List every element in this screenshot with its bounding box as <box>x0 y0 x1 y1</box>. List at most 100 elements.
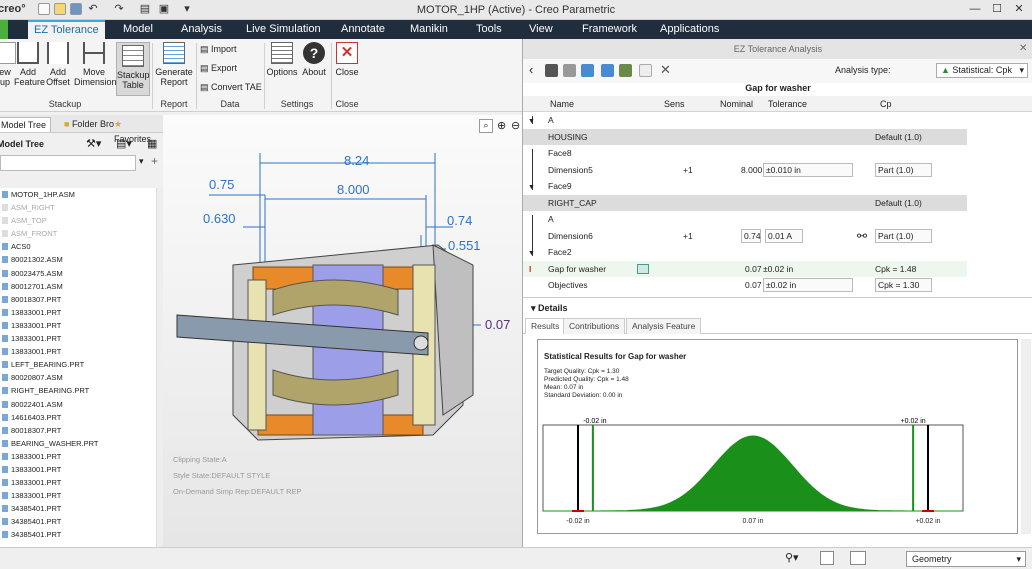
details-section[interactable]: ▾ Details <box>523 297 1032 317</box>
gtol-field[interactable]: 0.01 A <box>765 228 803 243</box>
dimension-label[interactable]: 0.551 <box>448 238 481 253</box>
tab-live-simulation[interactable]: Live Simulation <box>240 20 327 39</box>
edit-icon[interactable] <box>619 64 632 77</box>
col-sens[interactable]: Sens <box>664 99 685 109</box>
tree-item[interactable]: 80020807.ASM <box>0 371 156 384</box>
col-nominal[interactable]: Nominal <box>720 99 753 109</box>
pin-icon[interactable] <box>545 64 558 77</box>
table-row[interactable]: Gap for washer 0.07 ±0.02 in Cpk = 1.48 I <box>523 260 967 277</box>
table-row[interactable]: Objectives 0.07 ±0.02 in Cpk = 1.30 <box>523 277 967 294</box>
tree-columns-icon[interactable]: ▦ <box>147 137 157 150</box>
tree-item[interactable]: 13833001.PRT <box>0 332 156 345</box>
tree-item[interactable]: LEFT_BEARING.PRT <box>0 358 156 371</box>
remove-link-icon[interactable] <box>601 64 614 77</box>
export-button[interactable]: ▤ Export <box>200 61 262 75</box>
tree-item[interactable]: 80018307.PRT <box>0 293 156 306</box>
close-button[interactable]: ✕ Close <box>334 42 360 77</box>
tree-item[interactable]: 80021302.ASM <box>0 253 156 266</box>
tree-show-icon[interactable]: ▤▾ <box>116 137 132 150</box>
tab-manikin[interactable]: Manikin <box>404 20 454 39</box>
panel-close-icon[interactable]: ✕ <box>1019 43 1027 54</box>
options-button[interactable]: Options <box>266 42 298 77</box>
tree-item[interactable]: 14616403.PRT <box>0 411 156 424</box>
tab-analysis[interactable]: Analysis <box>175 20 228 39</box>
results-scrollbar[interactable] <box>1021 339 1031 534</box>
new-file-icon[interactable] <box>38 3 50 15</box>
tolerance-field[interactable]: ±0.010 in <box>763 162 853 177</box>
window-icon[interactable]: ▣ <box>157 2 171 16</box>
minimize-icon[interactable]: — <box>968 2 982 16</box>
find-icon[interactable]: ⚲▾ <box>785 551 799 564</box>
tab-results[interactable]: Results <box>525 318 566 334</box>
tree-item[interactable]: 13833001.PRT <box>0 476 156 489</box>
convert-tae-button[interactable]: ▤ Convert TAE <box>200 80 262 94</box>
dimension-label[interactable]: 8.000 <box>337 182 370 197</box>
generate-report-button[interactable]: Generate Report <box>154 42 194 87</box>
tree-item[interactable]: ASM_FRONT <box>0 227 156 240</box>
dimension-label[interactable]: 0.630 <box>203 211 236 226</box>
add-link-icon[interactable] <box>581 64 594 77</box>
close-window-icon[interactable]: ✕ <box>1012 2 1026 16</box>
dimension-label[interactable]: 0.74 <box>447 213 472 228</box>
tree-item[interactable]: MOTOR_1HP.ASM <box>0 188 156 201</box>
gap-dimension-label[interactable]: 0.07 <box>485 317 510 332</box>
about-button[interactable]: ? About <box>300 42 328 77</box>
table-row[interactable]: A <box>523 211 967 228</box>
row-cp[interactable]: Cpk = 1.30 <box>875 278 932 292</box>
tree-item[interactable]: 80023475.ASM <box>0 267 156 280</box>
save-icon[interactable] <box>70 3 82 15</box>
graphics-window[interactable]: ⌕ ⊕ ⊖ 8.24 8.000 0.75 0.630 0.74 0.551 0… <box>163 115 522 547</box>
tree-item[interactable]: 80012701.ASM <box>0 280 156 293</box>
add-filter-icon[interactable]: + <box>151 154 158 168</box>
tree-item[interactable]: ASM_RIGHT <box>0 201 156 214</box>
table-row[interactable]: RIGHT_CAP Default (1.0) <box>523 194 967 211</box>
open-folder-icon[interactable] <box>54 3 66 15</box>
table-row[interactable]: Face9 <box>523 178 967 195</box>
file-tab[interactable] <box>0 20 8 39</box>
tree-item[interactable]: 13833001.PRT <box>0 319 156 332</box>
delete-icon[interactable]: ✕ <box>660 62 671 78</box>
tab-analysis-feature[interactable]: Analysis Feature <box>626 318 702 334</box>
stackup-table-button[interactable]: Stackup Table <box>116 42 150 96</box>
redo-icon[interactable]: ↷ <box>112 2 126 16</box>
tree-item[interactable]: 34385401.PRT <box>0 502 156 515</box>
tree-item[interactable]: 13833001.PRT <box>0 306 156 319</box>
selection-filter-select[interactable]: Geometry ▾ <box>906 551 1026 567</box>
tree-item[interactable]: 13833001.PRT <box>0 345 156 358</box>
tree-settings-icon[interactable]: ⚒▾ <box>86 137 101 150</box>
tree-item[interactable]: 34385401.PRT <box>0 528 156 541</box>
tree-item[interactable]: RIGHT_BEARING.PRT <box>0 384 156 397</box>
tab-view[interactable]: View <box>523 20 559 39</box>
unpin-icon[interactable] <box>563 64 576 77</box>
tree-scrollbar[interactable] <box>156 188 163 548</box>
table-row[interactable]: HOUSING Default (1.0) <box>523 128 967 145</box>
tree-search-input[interactable] <box>0 155 136 171</box>
add-offset-button[interactable]: Add Offset <box>44 42 72 87</box>
tree-item[interactable]: 13833001.PRT <box>0 463 156 476</box>
nominal-field[interactable]: 0.74 <box>741 228 761 243</box>
undo-icon[interactable]: ↶ <box>86 2 100 16</box>
back-icon[interactable]: ‹ <box>529 62 533 77</box>
row-tolerance[interactable]: ±0.02 in <box>763 278 853 292</box>
tree-item[interactable]: 13833001.PRT <box>0 489 156 502</box>
tab-ez-tolerance[interactable]: EZ Tolerance <box>28 20 105 39</box>
tab-annotate[interactable]: Annotate <box>335 20 391 39</box>
analysis-type-select[interactable]: ▲ Statistical: Cpk ▾ <box>936 63 1028 78</box>
blank-icon[interactable] <box>639 64 652 77</box>
move-dimension-button[interactable]: Move Dimension <box>74 42 117 87</box>
table-row[interactable]: A <box>523 112 967 129</box>
dimension-label[interactable]: 8.24 <box>344 153 369 168</box>
col-name[interactable]: Name <box>550 99 574 109</box>
col-tolerance[interactable]: Tolerance <box>768 99 807 109</box>
tab-favorites[interactable]: ★ Favorites <box>110 117 163 144</box>
tree-item[interactable]: 80018307.PRT <box>0 424 156 437</box>
row-cp[interactable]: Part (1.0) <box>875 228 932 243</box>
tree-item[interactable]: ACS0 <box>0 240 156 253</box>
regenerate-icon[interactable]: ▤ <box>138 2 152 16</box>
selection-icon[interactable] <box>820 551 834 565</box>
tree-item[interactable]: BEARING_WASHER.PRT <box>0 437 156 450</box>
tab-contributions[interactable]: Contributions <box>563 318 626 334</box>
tree-item[interactable]: 80022401.ASM <box>0 398 156 411</box>
tab-tools[interactable]: Tools <box>470 20 508 39</box>
add-feature-button[interactable]: Add Feature <box>14 42 45 87</box>
